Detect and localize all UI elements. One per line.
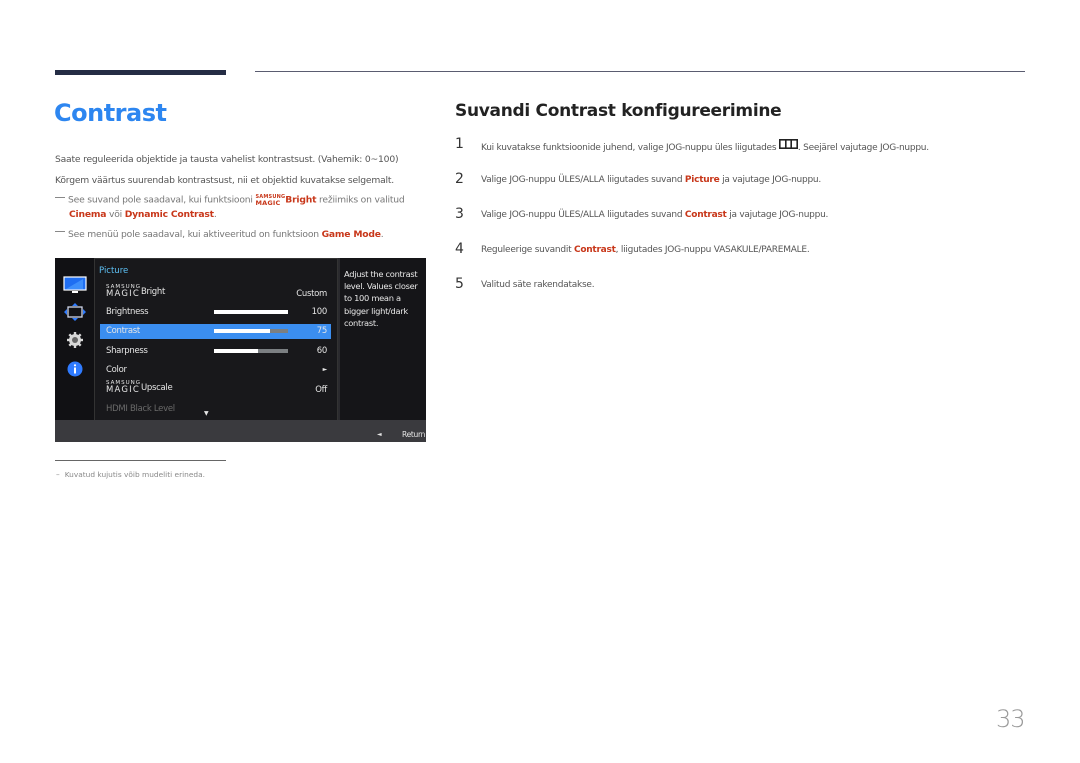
osd-bottom-bar <box>55 420 426 442</box>
samsung-magic-logo: SAMSUNG MAGIC <box>106 284 141 299</box>
page-number: 33 <box>996 705 1026 733</box>
step-3-text: Valige JOG-nuppu ÜLES/ALLA liigutades su… <box>481 210 829 220</box>
step-2-text: Valige JOG-nuppu ÜLES/ALLA liigutades su… <box>481 175 821 185</box>
page-title: Contrast <box>54 99 167 127</box>
intro-line-1: Saate reguleerida objektide ja tausta va… <box>55 154 399 165</box>
osd-row-brightness[interactable]: Brightness 100 <box>100 305 331 320</box>
chevron-right-icon: ► <box>322 366 328 373</box>
slider-fill <box>214 349 259 353</box>
info-icon[interactable] <box>67 361 83 382</box>
monitor-icon[interactable] <box>63 276 87 299</box>
osd-row-magic-upscale[interactable]: SAMSUNG MAGIC Upscale Off <box>100 380 331 400</box>
step-number: 5 <box>455 276 464 292</box>
osd-row-contrast[interactable]: Contrast 75 <box>100 324 331 339</box>
header-bar-thick <box>55 70 226 75</box>
sharpness-slider[interactable] <box>214 349 288 353</box>
note-dash-icon <box>55 196 65 198</box>
scroll-down-icon[interactable]: ▼ <box>204 410 209 417</box>
step-1-text: Kui kuvatakse funktsioonide juhend, vali… <box>481 139 929 154</box>
osd-row-hdmi-black-level: HDMI Black Level <box>106 404 175 414</box>
menu-grid-icon <box>778 139 798 152</box>
footnote-divider <box>55 460 226 461</box>
osd-row-sharpness[interactable]: Sharpness 60 <box>100 344 331 359</box>
contrast-slider[interactable] <box>214 329 288 333</box>
step-5-text: Valitud säte rakendatakse. <box>481 280 595 290</box>
note-1-cont: Cinema või Dynamic Contrast. <box>69 209 217 220</box>
osd-return-button[interactable]: Return <box>402 430 425 439</box>
note-dash-icon <box>55 231 65 232</box>
note-1: See suvand pole saadaval, kui funktsioon… <box>55 194 405 207</box>
osd-row-color[interactable]: Color ► <box>100 363 331 378</box>
step-number: 3 <box>455 206 464 222</box>
step-number: 1 <box>455 136 464 152</box>
osd-category-title: Picture <box>99 266 129 276</box>
brightness-slider[interactable] <box>214 310 288 314</box>
note-2: See menüü pole saadaval, kui aktiveeritu… <box>55 229 384 240</box>
osd-row-magic-bright[interactable]: SAMSUNG MAGIC Bright Custom <box>100 284 331 304</box>
step-number: 2 <box>455 171 464 187</box>
section-title: Suvandi Contrast konfigureerimine <box>455 101 782 121</box>
step-number: 4 <box>455 241 464 257</box>
step-4-text: Reguleerige suvandit Contrast, liigutade… <box>481 245 810 255</box>
resize-icon[interactable] <box>64 303 86 326</box>
osd-help-text: Adjust the contrast level. Values closer… <box>344 269 418 328</box>
samsung-magic-logo: SAMSUNG MAGIC <box>106 380 141 395</box>
intro-line-2: Kõrgem väärtus suurendab kontrastsust, n… <box>55 175 395 186</box>
return-arrow-icon: ◄ <box>377 431 382 438</box>
slider-fill <box>214 310 288 314</box>
slider-fill <box>214 329 270 333</box>
gear-icon[interactable] <box>66 331 84 354</box>
footnote: – Kuvatud kujutis võib mudeliti erineda. <box>56 470 205 479</box>
header-bar-thin <box>255 71 1025 72</box>
samsung-magic-logo: SAMSUNG MAGIC <box>255 194 286 207</box>
